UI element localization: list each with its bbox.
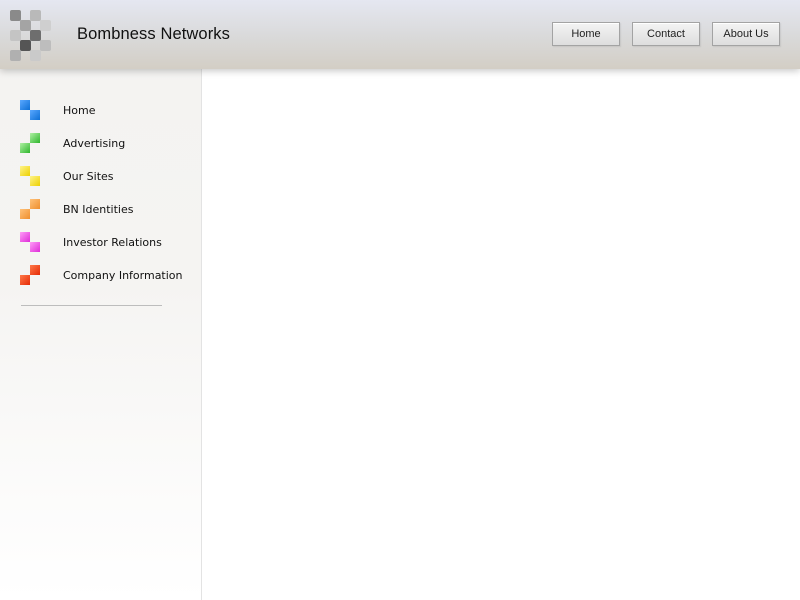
green-squares-icon <box>18 132 42 156</box>
site-header: Bombness Networks Home Contact About Us <box>0 0 800 69</box>
yellow-squares-icon <box>18 165 42 189</box>
sidebar-item-advertising[interactable]: Advertising <box>18 132 188 156</box>
sidebar-item-home[interactable]: Home <box>18 99 188 123</box>
contact-button[interactable]: Contact <box>632 22 700 46</box>
sidebar-item-label: Home <box>63 104 96 117</box>
sidebar-item-label: Our Sites <box>63 170 114 183</box>
main-content <box>202 69 800 600</box>
red-squares-icon <box>18 264 42 288</box>
sidebar-item-label: BN Identities <box>63 203 134 216</box>
sidebar-nav: Home Advertising Our Sites BN Identities… <box>0 69 202 600</box>
blue-squares-icon <box>18 99 42 123</box>
sidebar-divider <box>21 305 162 306</box>
sidebar-item-bn-identities[interactable]: BN Identities <box>18 198 188 222</box>
sidebar-item-company-information[interactable]: Company Information <box>18 264 188 288</box>
sidebar-item-label: Investor Relations <box>63 236 162 249</box>
home-button[interactable]: Home <box>552 22 620 46</box>
sidebar-item-label: Company Information <box>63 269 183 282</box>
about-us-button[interactable]: About Us <box>712 22 780 46</box>
site-title: Bombness Networks <box>77 25 231 43</box>
sidebar-item-our-sites[interactable]: Our Sites <box>18 165 188 189</box>
sidebar-item-label: Advertising <box>63 137 126 150</box>
magenta-squares-icon <box>18 231 42 255</box>
checker-logo-icon[interactable] <box>10 10 52 62</box>
sidebar-item-investor-relations[interactable]: Investor Relations <box>18 231 188 255</box>
orange-squares-icon <box>18 198 42 222</box>
